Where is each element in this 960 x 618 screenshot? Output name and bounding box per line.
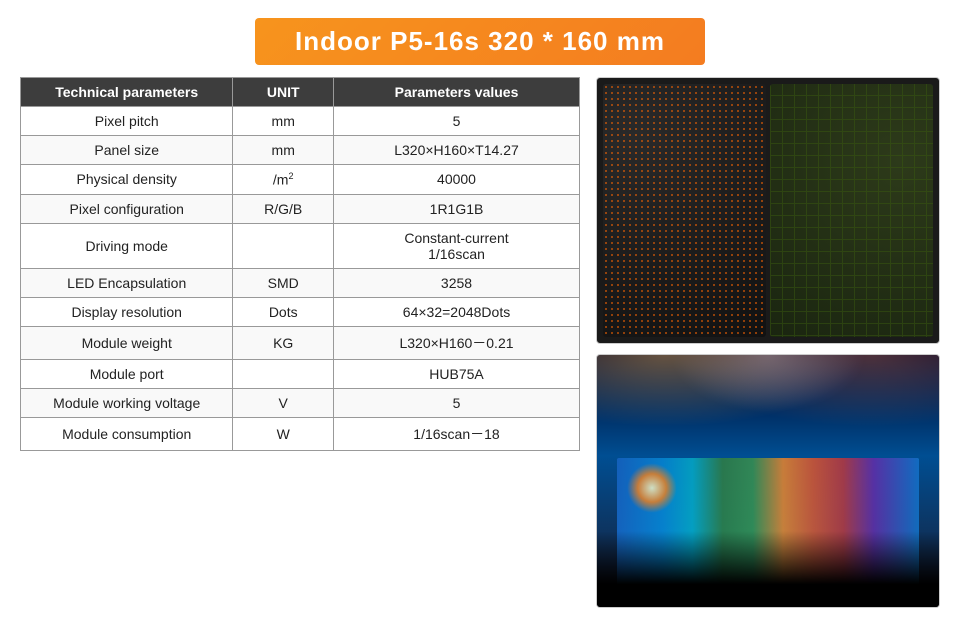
page-container: Indoor P5-16s 320 * 160 mm Technical par… — [0, 0, 960, 618]
cell-param: Module weight — [21, 326, 233, 359]
cell-unit: V — [233, 388, 334, 417]
table-row: Module weightKGL320×H160－0.21 — [21, 326, 580, 359]
dot-grid — [603, 84, 766, 337]
specs-table: Technical parameters UNIT Parameters val… — [20, 77, 580, 451]
cell-param: Module consumption — [21, 417, 233, 450]
cell-unit: W — [233, 417, 334, 450]
mario-display-image — [596, 354, 940, 609]
col-header-param: Technical parameters — [21, 78, 233, 107]
planet-glow — [627, 463, 677, 513]
cell-unit: KG — [233, 326, 334, 359]
cell-value: Constant-current1/16scan — [334, 223, 580, 268]
table-row: Module port HUB75A — [21, 359, 580, 388]
led-panel-image — [596, 77, 940, 344]
table-row: LED EncapsulationSMD3258 — [21, 268, 580, 297]
cell-value: 64×32=2048Dots — [334, 297, 580, 326]
cell-unit: R/G/B — [233, 194, 334, 223]
cell-param: Driving mode — [21, 223, 233, 268]
cell-value: 1/16scan－18 — [334, 417, 580, 450]
content-area: Technical parameters UNIT Parameters val… — [20, 77, 940, 608]
cell-value: L320×H160－0.21 — [334, 326, 580, 359]
table-row: Module consumptionW1/16scan－18 — [21, 417, 580, 450]
cell-param: Pixel pitch — [21, 107, 233, 136]
table-section: Technical parameters UNIT Parameters val… — [20, 77, 580, 608]
table-row: Module working voltageV5 — [21, 388, 580, 417]
cell-value: L320×H160×T14.27 — [334, 136, 580, 165]
table-row: Display resolutionDots64×32=2048Dots — [21, 297, 580, 326]
table-row: Driving mode Constant-current1/16scan — [21, 223, 580, 268]
cell-param: Pixel configuration — [21, 194, 233, 223]
page-title: Indoor P5-16s 320 * 160 mm — [255, 18, 705, 65]
table-row: Pixel pitchmm5 — [21, 107, 580, 136]
cell-param: Module port — [21, 359, 233, 388]
pcb-pattern — [770, 84, 933, 337]
table-row: Panel sizemmL320×H160×T14.27 — [21, 136, 580, 165]
cell-value: HUB75A — [334, 359, 580, 388]
cell-param: Panel size — [21, 136, 233, 165]
stage-lights — [597, 355, 939, 456]
cell-value: 1R1G1B — [334, 194, 580, 223]
audience-silhouette — [597, 531, 939, 607]
table-row: Physical density/m240000 — [21, 165, 580, 195]
cell-value: 5 — [334, 388, 580, 417]
col-header-value: Parameters values — [334, 78, 580, 107]
images-section — [596, 77, 940, 608]
cell-unit: mm — [233, 107, 334, 136]
panel-back — [770, 84, 933, 337]
cell-unit: mm — [233, 136, 334, 165]
cell-unit: SMD — [233, 268, 334, 297]
table-row: Pixel configurationR/G/B1R1G1B — [21, 194, 580, 223]
cell-param: LED Encapsulation — [21, 268, 233, 297]
cell-param: Physical density — [21, 165, 233, 195]
cell-unit: Dots — [233, 297, 334, 326]
cell-param: Display resolution — [21, 297, 233, 326]
cell-value: 40000 — [334, 165, 580, 195]
panel-front — [603, 84, 766, 337]
cell-unit: /m2 — [233, 165, 334, 195]
cell-unit — [233, 359, 334, 388]
cell-unit — [233, 223, 334, 268]
title-bar: Indoor P5-16s 320 * 160 mm — [20, 18, 940, 65]
col-header-unit: UNIT — [233, 78, 334, 107]
cell-param: Module working voltage — [21, 388, 233, 417]
cell-value: 3258 — [334, 268, 580, 297]
cell-value: 5 — [334, 107, 580, 136]
